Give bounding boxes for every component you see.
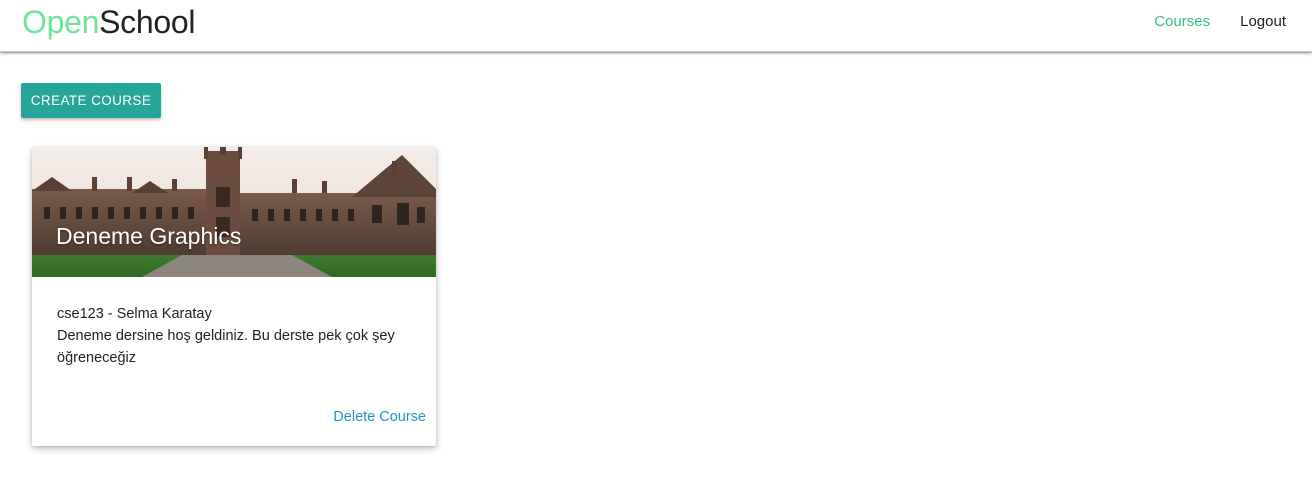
brand-school-text: School xyxy=(99,4,196,40)
course-card-content: cse123 - Selma Karatay Deneme dersine ho… xyxy=(57,303,417,369)
nav-link-logout[interactable]: Logout xyxy=(1240,13,1286,30)
top-navbar: OpenSchool Courses Logout xyxy=(0,0,1312,52)
nav-link-courses[interactable]: Courses xyxy=(1154,13,1210,30)
course-description: Deneme dersine hoş geldiniz. Bu derste p… xyxy=(57,328,395,366)
brand-open-text: Open xyxy=(22,4,100,40)
create-course-button[interactable]: CREATE COURSE xyxy=(21,83,161,118)
course-card-image: Deneme Graphics xyxy=(32,147,436,277)
nav-links: Courses Logout xyxy=(1154,13,1286,30)
course-card: Deneme Graphics cse123 - Selma Karatay D… xyxy=(32,147,436,446)
course-code-instructor: cse123 - Selma Karatay xyxy=(57,306,212,322)
delete-course-link[interactable]: Delete Course xyxy=(333,409,426,425)
brand-logo[interactable]: OpenSchool xyxy=(22,2,195,42)
university-building-image xyxy=(32,147,436,277)
course-title: Deneme Graphics xyxy=(56,223,242,249)
